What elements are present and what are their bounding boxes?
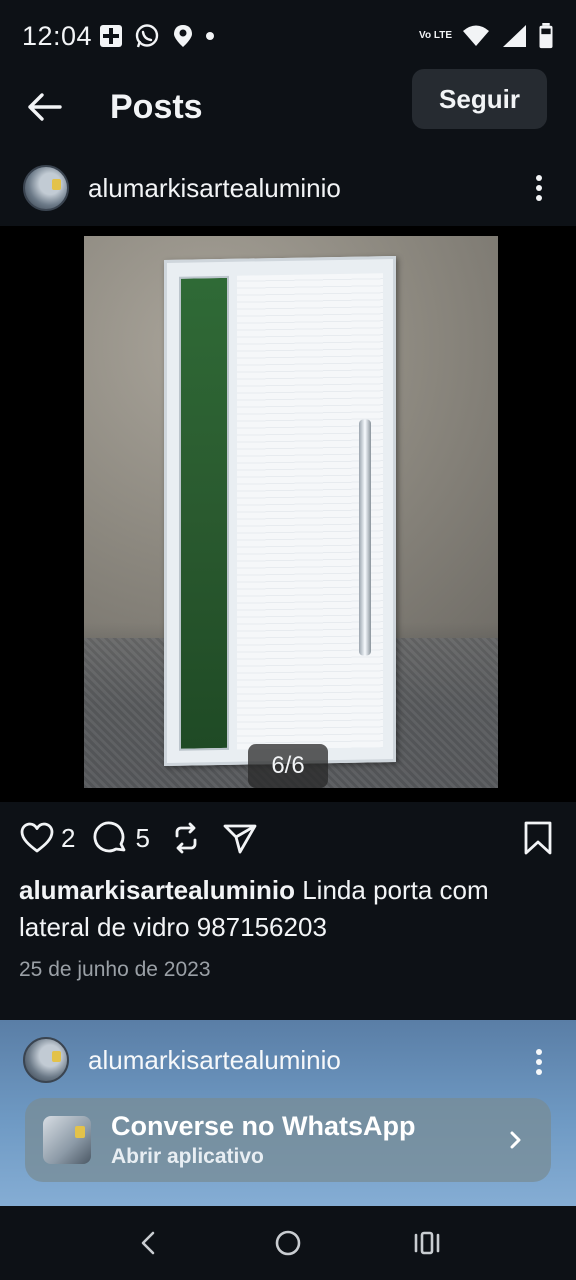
- whatsapp-cta-button[interactable]: Converse no WhatsApp Abrir aplicativo: [25, 1098, 551, 1182]
- repost-icon: [175, 822, 197, 854]
- header: Posts Seguir: [0, 69, 576, 142]
- more-notifications-dot: [206, 32, 215, 40]
- send-icon: [223, 824, 257, 854]
- cta-texts: Converse no WhatsApp Abrir aplicativo: [111, 1111, 416, 1169]
- caption-username[interactable]: alumarkisartealuminio: [19, 875, 295, 905]
- like-button[interactable]: 2: [19, 820, 75, 856]
- promo-username[interactable]: alumarkisartealuminio: [88, 1045, 341, 1076]
- bookmark-icon: [524, 821, 552, 855]
- post-date: 25 de junho de 2023: [19, 958, 211, 981]
- nav-home-button[interactable]: [260, 1215, 316, 1271]
- door-glass-panel: [179, 275, 229, 751]
- volte-icon: Vo LTE: [419, 30, 452, 41]
- notification-icons: [98, 23, 196, 49]
- news-notification-icon: [100, 25, 123, 47]
- cta-subtitle: Abrir aplicativo: [111, 1145, 264, 1168]
- post-actions: 2 5: [0, 812, 576, 864]
- door-image: [164, 255, 396, 767]
- wifi-icon: [463, 25, 489, 46]
- post-options-button[interactable]: [524, 170, 554, 206]
- media-counter: 6/6: [248, 744, 328, 788]
- promo-author-row: alumarkisartealuminio: [23, 1036, 341, 1084]
- more-vertical-icon: [536, 175, 542, 201]
- battery-icon: [539, 23, 553, 49]
- promo-avatar[interactable]: [23, 1037, 69, 1083]
- home-circle-icon: [275, 1230, 301, 1256]
- nav-back-button[interactable]: [121, 1215, 177, 1271]
- cta-title: Converse no WhatsApp: [111, 1111, 416, 1141]
- whatsapp-icon: [135, 24, 159, 48]
- comment-count: 5: [135, 822, 150, 853]
- avatar[interactable]: [23, 165, 69, 211]
- comment-icon: [94, 821, 126, 853]
- post-author-row: alumarkisartealuminio: [0, 156, 576, 220]
- more-vertical-icon: [536, 1049, 542, 1075]
- post-username[interactable]: alumarkisartealuminio: [88, 173, 341, 204]
- arrow-left-icon: [28, 93, 62, 121]
- heart-icon: [20, 822, 54, 853]
- post-caption: alumarkisartealuminio Linda porta com la…: [19, 872, 554, 946]
- promo-options-button[interactable]: [524, 1044, 554, 1080]
- save-button[interactable]: [522, 820, 554, 861]
- post-media[interactable]: 6/6: [0, 226, 576, 802]
- cta-thumbnail: [43, 1116, 91, 1164]
- system-nav-bar: [0, 1206, 576, 1280]
- system-icons: Vo LTE: [419, 23, 554, 49]
- status-bar: 12:04 Vo LTE: [0, 0, 576, 72]
- door-handle: [359, 419, 371, 656]
- signal-icon: [503, 25, 526, 47]
- chevron-right-icon: [510, 1131, 521, 1149]
- page-title: Posts: [110, 87, 203, 126]
- comment-button[interactable]: 5: [93, 820, 150, 856]
- share-button[interactable]: [222, 820, 258, 856]
- back-button[interactable]: [14, 77, 74, 137]
- whatsapp-promo-card: alumarkisartealuminio Converse no WhatsA…: [0, 1020, 576, 1206]
- follow-button[interactable]: Seguir: [412, 69, 547, 129]
- recents-icon: [414, 1231, 439, 1255]
- status-time: 12:04: [22, 20, 93, 51]
- chevron-left-icon: [142, 1231, 155, 1255]
- post-photo[interactable]: [84, 236, 498, 788]
- repost-button[interactable]: [168, 820, 204, 856]
- location-pin-icon: [174, 25, 193, 47]
- nav-recents-button[interactable]: [399, 1215, 455, 1271]
- like-count: 2: [61, 822, 76, 853]
